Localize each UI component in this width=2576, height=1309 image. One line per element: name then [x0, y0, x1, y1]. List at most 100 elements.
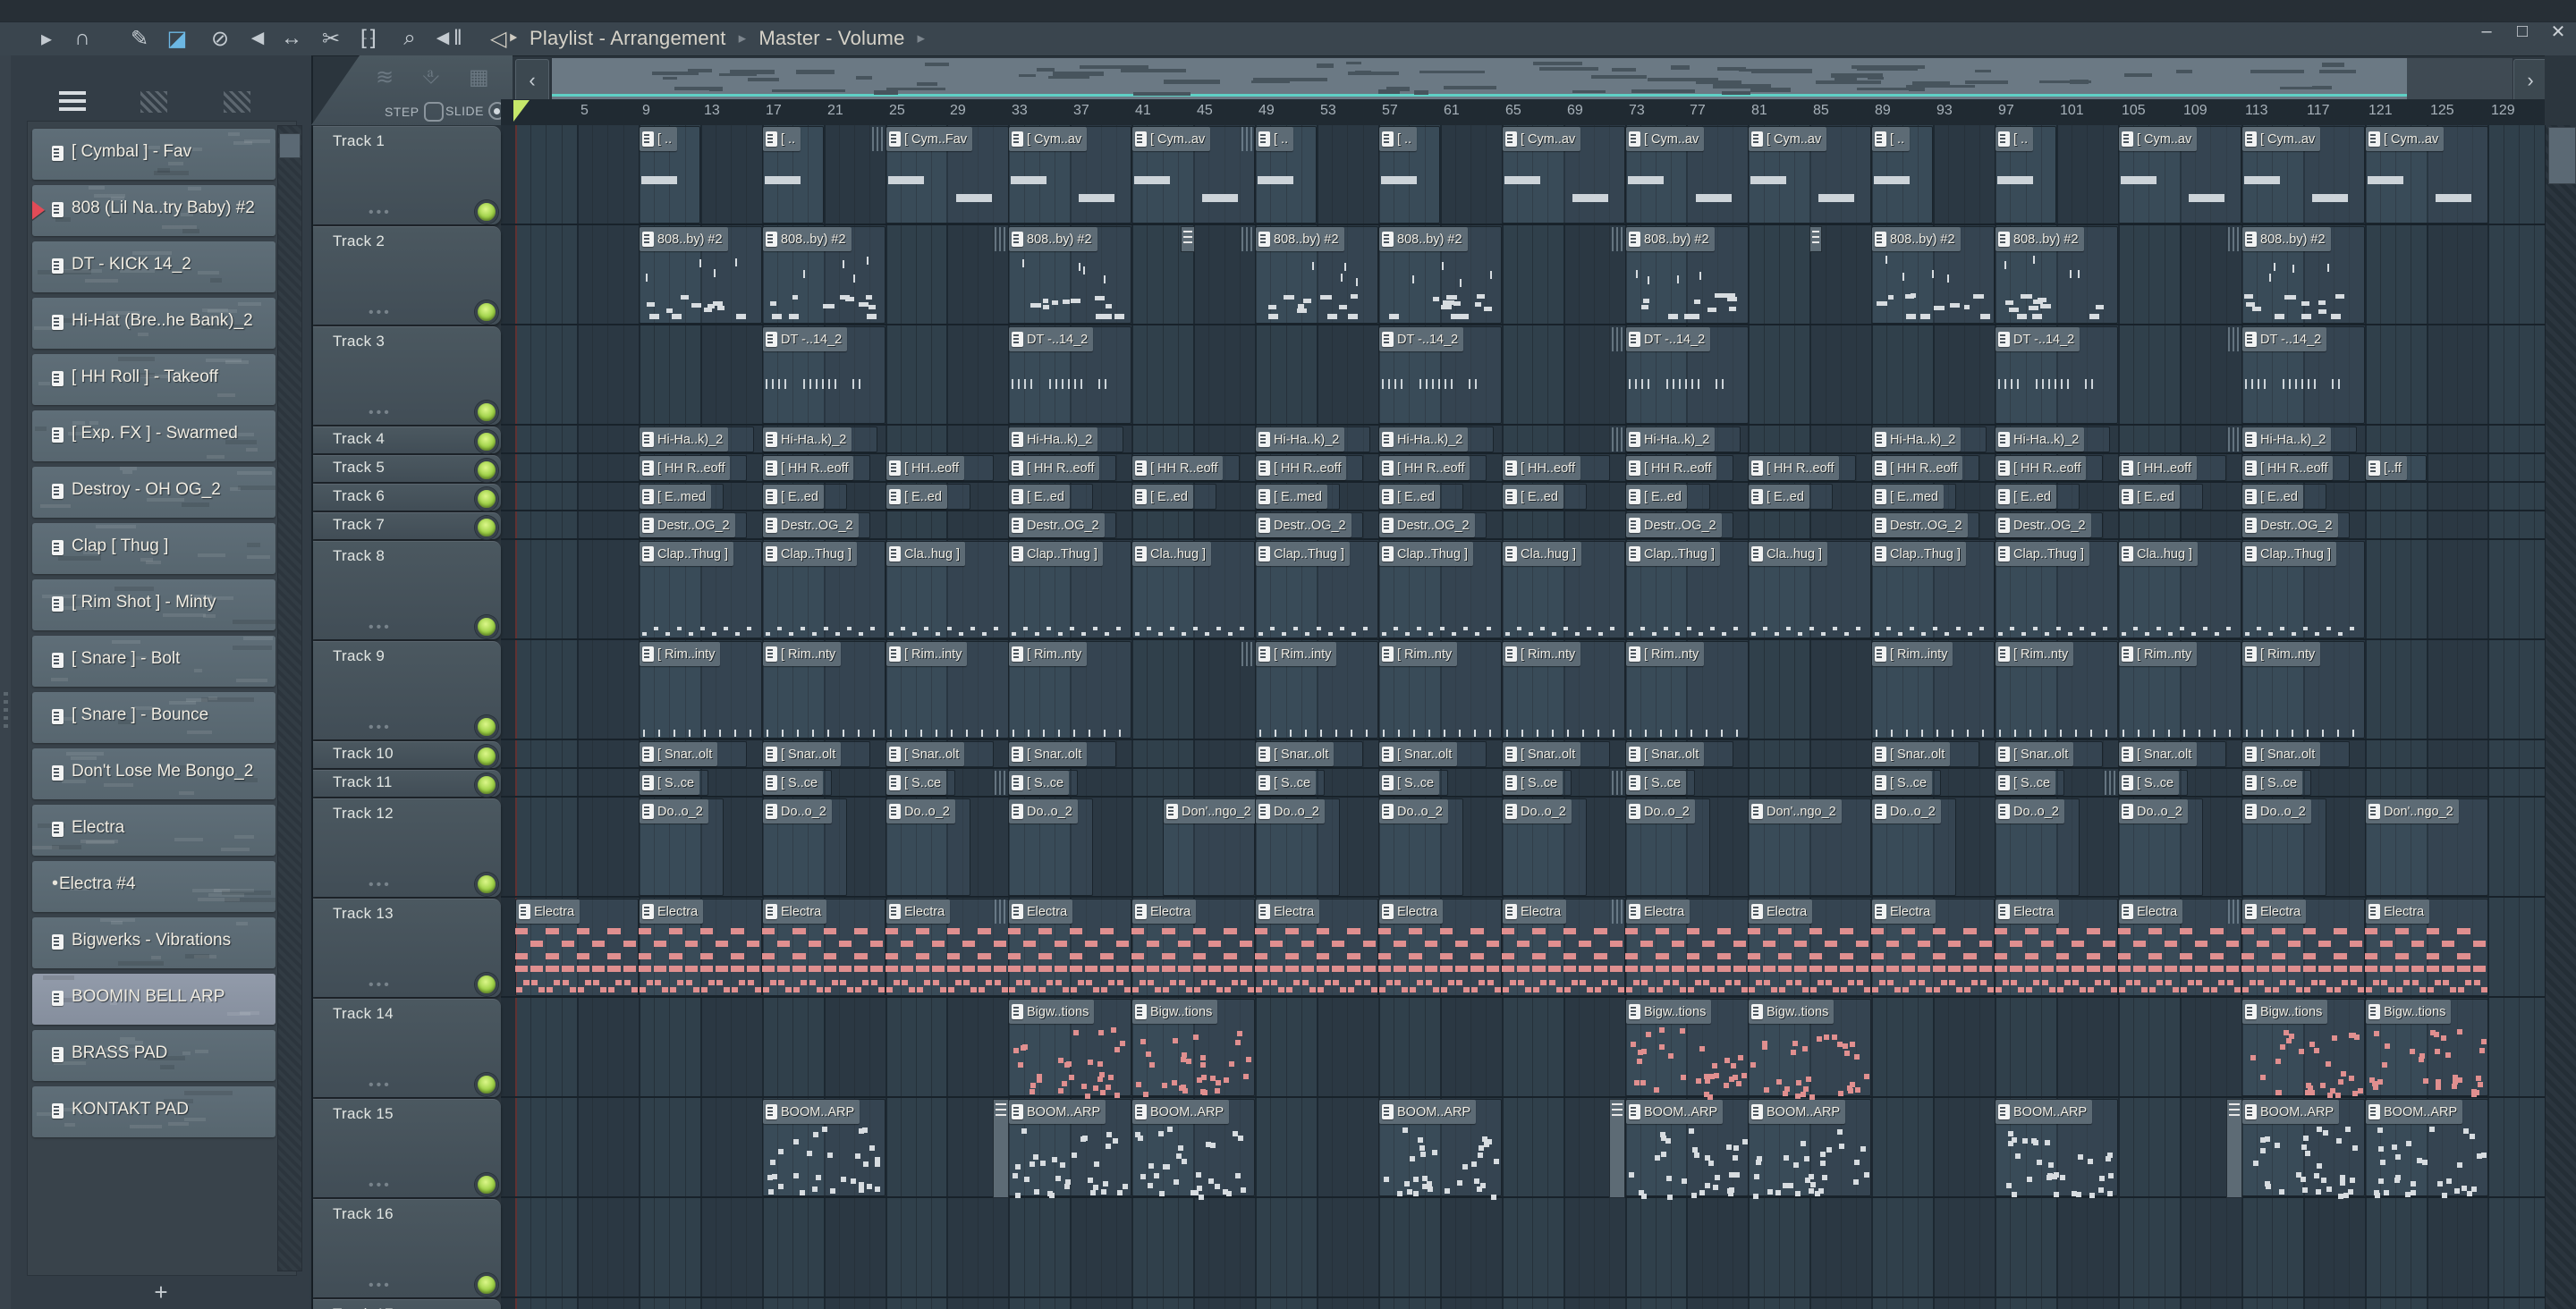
clip[interactable]: [ Rim..nty	[2241, 641, 2365, 739]
breadcrumb-master[interactable]: Master - Volume	[758, 27, 904, 50]
clip[interactable]: Hi-Ha..k)_2	[1995, 426, 2110, 452]
clip[interactable]: [ ..	[639, 126, 700, 224]
clip[interactable]: Hi-Ha..k)_2	[1625, 426, 1741, 452]
maximize-button[interactable]: □	[2506, 20, 2538, 43]
picker-link-icon[interactable]	[224, 91, 250, 113]
clip[interactable]: Do..o_2	[1871, 798, 1956, 896]
track-mute-led[interactable]	[475, 401, 498, 424]
mini-clip[interactable]	[993, 1099, 1009, 1198]
clip[interactable]: [ E..ed	[1378, 484, 1463, 510]
clip[interactable]: Cla..hug ]	[1131, 541, 1255, 638]
clip[interactable]: [ S..ce	[2241, 770, 2311, 796]
clip[interactable]: Do..o_2	[1502, 798, 1587, 896]
clip[interactable]: [ Cym..Fav	[886, 126, 1009, 224]
clip[interactable]: Do..o_2	[1995, 798, 2080, 896]
clip[interactable]: [ ..	[1995, 126, 2056, 224]
track-mute-led[interactable]	[475, 773, 498, 797]
clip[interactable]: [ E..ed	[1995, 484, 2080, 510]
clip[interactable]: Hi-Ha..k)_2	[1378, 426, 1494, 452]
clip[interactable]: [ Cym..av	[1131, 126, 1255, 224]
clip[interactable]: Hi-Ha..k)_2	[1008, 426, 1123, 452]
clip[interactable]: Destr..OG_2	[1871, 512, 1979, 538]
clip[interactable]: [ S..ce	[1625, 770, 1695, 796]
track-mute-led[interactable]	[475, 745, 498, 768]
clip[interactable]: [ Cym..av	[2241, 126, 2365, 224]
slip-edit-icon[interactable]: ✎	[122, 21, 157, 55]
clip[interactable]: DT -..14_2	[1378, 326, 1502, 424]
clip[interactable]: Hi-Ha..k)_2	[762, 426, 877, 452]
clip[interactable]: Do..o_2	[1008, 798, 1093, 896]
clip[interactable]: [ Rim..inty	[1871, 641, 1995, 739]
clip[interactable]: Clap..Thug ]	[1378, 541, 1502, 638]
clip[interactable]: [ Rim..nty	[1625, 641, 1749, 739]
clip[interactable]: [ Snar..olt	[1625, 741, 1733, 767]
clip[interactable]: [ Rim..nty	[1378, 641, 1502, 739]
vscrollbar-handle[interactable]	[2548, 127, 2576, 184]
track-header[interactable]: Track 7	[313, 512, 501, 539]
scroll-right-button[interactable]: ›	[2513, 59, 2547, 102]
clip[interactable]: [ Cym..av	[2118, 126, 2241, 224]
clip[interactable]: [ E..ed	[2118, 484, 2203, 510]
play-icon[interactable]: ▸	[29, 21, 64, 55]
clip[interactable]: [ HH..eoff	[886, 455, 994, 481]
track-header[interactable]: Track 14 •••	[313, 999, 501, 1097]
clip[interactable]: Don'..ngo_2	[2365, 798, 2488, 896]
track-mute-led[interactable]	[475, 300, 498, 324]
track-header[interactable]: Track 10	[313, 741, 501, 768]
clip[interactable]: Cla..hug ]	[886, 541, 1009, 638]
track-mute-led[interactable]	[475, 1073, 498, 1096]
track-mute-led[interactable]	[475, 200, 498, 224]
mini-clip[interactable]	[2226, 1099, 2242, 1198]
clip[interactable]: Bigw..tions	[2241, 999, 2365, 1096]
track-header[interactable]: Track 5	[313, 455, 501, 482]
pattern-tile[interactable]: KONTAKT PAD	[32, 1086, 275, 1137]
paint-icon[interactable]: ◪	[159, 21, 195, 55]
clip[interactable]: [ E..ed	[1131, 484, 1216, 510]
clip[interactable]: [ ..	[1378, 126, 1440, 224]
clip[interactable]: Destr..OG_2	[1625, 512, 1733, 538]
clip[interactable]: [ ..	[762, 126, 824, 224]
clip[interactable]: Do..o_2	[886, 798, 970, 896]
clip[interactable]: [ Rim..inty	[1255, 641, 1378, 739]
track-header[interactable]: Track 11	[313, 770, 501, 797]
clip[interactable]: [ Cym..av	[1502, 126, 1625, 224]
clip[interactable]: [ Snar..olt	[886, 741, 994, 767]
track-header[interactable]: Track 4	[313, 426, 501, 453]
clip[interactable]: [ S..ce	[886, 770, 955, 796]
pattern-tile[interactable]: [ HH Roll ] - Takeoff	[32, 354, 275, 405]
mini-clip[interactable]	[1609, 1099, 1625, 1198]
track-header[interactable]: Track 8 •••	[313, 541, 501, 639]
clip[interactable]: [ Rim..nty	[1995, 641, 2118, 739]
minimize-button[interactable]: –	[2470, 20, 2503, 43]
clip[interactable]: [ S..ce	[1502, 770, 1572, 796]
clip[interactable]: [ ..	[1871, 126, 1933, 224]
add-pattern-button[interactable]: +	[11, 1279, 311, 1309]
picker-scrollbar[interactable]	[277, 125, 302, 1271]
clip[interactable]: [ HH R..eoff	[1625, 455, 1733, 481]
pattern-tile[interactable]: Destroy - OH OG_2	[32, 467, 275, 518]
playlist-grid[interactable]: [ .. [ .. [ Cym..Fav [ Cym..av [ Cym..av [ ..…	[501, 125, 2545, 1309]
clip[interactable]: 808..by) #2	[639, 226, 762, 324]
clip[interactable]: [ Snar..olt	[1502, 741, 1610, 767]
pattern-tile[interactable]: Electra	[32, 805, 275, 856]
track-mute-led[interactable]	[475, 430, 498, 453]
pattern-tile[interactable]: [ Rim Shot ] - Minty	[32, 579, 275, 630]
piano-icon[interactable]: ▦	[469, 64, 489, 90]
magnet-icon[interactable]: ∩	[64, 21, 100, 55]
track-mute-led[interactable]	[475, 459, 498, 482]
clip[interactable]: [ ..	[1255, 126, 1317, 224]
clip[interactable]: [ S..ce	[2118, 770, 2188, 796]
clip[interactable]: [..ff	[2365, 455, 2427, 481]
clip[interactable]: Hi-Ha..k)_2	[639, 426, 754, 452]
clip[interactable]: Destr..OG_2	[1378, 512, 1487, 538]
clip[interactable]: DT -..14_2	[2241, 326, 2365, 424]
clip[interactable]: [ Rim..nty	[1502, 641, 1625, 739]
clip[interactable]: Don'..ngo_2	[1163, 798, 1257, 896]
speaker-step-icon[interactable]: ◄‖	[429, 21, 465, 55]
clip[interactable]: [ S..ce	[1995, 770, 2064, 796]
track-header[interactable]: Track 12 •••	[313, 798, 501, 897]
clip[interactable]: Cla..hug ]	[1502, 541, 1625, 638]
clip[interactable]: [ S..ce	[1378, 770, 1448, 796]
clip[interactable]: Hi-Ha..k)_2	[2241, 426, 2357, 452]
speaker-mute-icon[interactable]: ◄	[240, 21, 275, 55]
